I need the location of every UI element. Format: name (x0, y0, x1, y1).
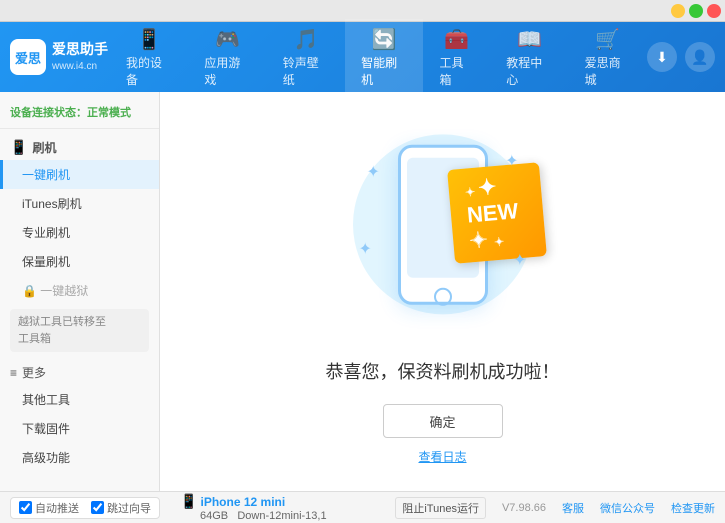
view-logs-link[interactable]: 查看日志 (418, 448, 466, 465)
header-actions: ⬇ 👤 (647, 42, 715, 72)
support-link[interactable]: 客服 (562, 500, 584, 516)
device-phone-icon: 📱 (180, 493, 197, 509)
version-label: V7.98.66 (502, 502, 546, 514)
sidebar-disabled-jailbreak: 🔒 一键越狱 (0, 276, 159, 305)
nav-my-device[interactable]: 📱 我的设备 (110, 19, 188, 96)
sparkle-1: ✦ (367, 162, 380, 182)
sidebar-item-advanced[interactable]: 高级功能 (0, 443, 159, 472)
bottom-right-group: 阻止iTunes运行 V7.98.66 客服 微信公众号 检查更新 (395, 497, 715, 519)
wechat-link[interactable]: 微信公众号 (600, 500, 655, 516)
new-badge-text: ✦ NEW ✦ (465, 174, 518, 253)
bottom-bar: 自动推送 跳过向导 📱 iPhone 12 mini 64GB Down-12m… (0, 491, 725, 523)
main-container: 设备连接状态：正常模式 📱 刷机 一键刷机 iTunes刷机 专业刷机 保量刷机… (0, 92, 725, 491)
nav-ringtones-label: 铃声壁纸 (283, 54, 329, 88)
sidebar-item-one-key-flash[interactable]: 一键刷机 (0, 160, 159, 189)
nav-mall-label: 爱思商城 (585, 54, 631, 88)
sidebar-item-protect-flash[interactable]: 保量刷机 (0, 247, 159, 276)
connection-status: 设备连接状态：正常模式 (0, 100, 159, 129)
device-info: 📱 iPhone 12 mini 64GB Down-12mini-13,1 (180, 493, 327, 522)
tutorials-icon: 📖 (517, 27, 542, 52)
sidebar-item-other-tools[interactable]: 其他工具 (0, 385, 159, 414)
auto-push-checkbox[interactable]: 自动推送 (19, 500, 79, 516)
smart-flash-icon: 🔄 (372, 27, 397, 52)
toolbox-icon: 🧰 (444, 27, 469, 52)
sparkle-3: ✦ (359, 239, 372, 259)
flash-section-label: 刷机 (32, 139, 56, 156)
sparkle-4: ✦ (513, 250, 526, 270)
skip-wizard-input[interactable] (91, 501, 104, 514)
logo-name: 爱思助手 (52, 40, 108, 60)
my-device-icon: 📱 (137, 27, 162, 52)
status-label: 设备连接状态： (10, 107, 87, 119)
close-button[interactable] (707, 4, 721, 18)
more-section-header: ≡ 更多 (0, 356, 159, 385)
nav-bar: 📱 我的设备 🎮 应用游戏 🎵 铃声壁纸 🔄 智能刷机 🧰 工具箱 📖 教程中心… (110, 19, 647, 96)
device-model: Down-12mini-13,1 (231, 510, 326, 522)
stop-itunes-button[interactable]: 阻止iTunes运行 (395, 497, 486, 519)
more-section-icon: ≡ (10, 366, 17, 380)
auto-push-label: 自动推送 (35, 500, 79, 516)
update-link[interactable]: 检查更新 (671, 500, 715, 516)
sidebar-notice: 越狱工具已转移至 工具箱 (10, 309, 149, 352)
logo-text: 爱思助手 www.i4.cn (52, 40, 108, 74)
nav-apps-games[interactable]: 🎮 应用游戏 (188, 19, 266, 96)
content-area: ✦ NEW ✦ ✦ ✦ ✦ ✦ 恭喜您，保资料刷机成功啦！ 确定 查看日志 (160, 92, 725, 491)
skip-wizard-checkbox[interactable]: 跳过向导 (91, 500, 151, 516)
logo-url: www.i4.cn (52, 60, 108, 74)
nav-smart-flash-label: 智能刷机 (361, 54, 407, 88)
device-storage: 64GB (200, 510, 228, 522)
nav-ringtones[interactable]: 🎵 铃声壁纸 (267, 19, 345, 96)
flash-section-header: 📱 刷机 (0, 133, 159, 160)
nav-my-device-label: 我的设备 (126, 54, 172, 88)
apps-games-icon: 🎮 (215, 27, 240, 52)
flash-section-icon: 📱 (10, 139, 27, 156)
new-badge: ✦ NEW ✦ (447, 163, 547, 265)
status-value: 正常模式 (87, 107, 131, 119)
logo-area: 爱思 爱思助手 www.i4.cn (10, 39, 110, 75)
mall-icon: 🛒 (595, 27, 620, 52)
minimize-button[interactable] (671, 4, 685, 18)
sidebar-item-download-firmware[interactable]: 下载固件 (0, 414, 159, 443)
sparkle-2: ✦ (505, 151, 518, 171)
more-section-label: 更多 (22, 364, 46, 381)
nav-smart-flash[interactable]: 🔄 智能刷机 (345, 19, 423, 96)
phone-home-btn (434, 288, 452, 306)
sidebar-item-pro-flash[interactable]: 专业刷机 (0, 218, 159, 247)
success-message: 恭喜您，保资料刷机成功啦！ (326, 358, 560, 384)
nav-tutorials[interactable]: 📖 教程中心 (490, 19, 568, 96)
confirm-button[interactable]: 确定 (383, 404, 503, 438)
sidebar: 设备连接状态：正常模式 📱 刷机 一键刷机 iTunes刷机 专业刷机 保量刷机… (0, 92, 160, 491)
maximize-button[interactable] (689, 4, 703, 18)
user-button[interactable]: 👤 (685, 42, 715, 72)
ringtones-icon: 🎵 (293, 27, 318, 52)
skip-wizard-label: 跳过向导 (107, 500, 151, 516)
nav-toolbox-label: 工具箱 (439, 54, 474, 88)
logo-icon: 爱思 (10, 39, 46, 75)
device-name: iPhone 12 mini (201, 495, 286, 509)
auto-push-input[interactable] (19, 501, 32, 514)
nav-tutorials-label: 教程中心 (506, 54, 552, 88)
logo-icon-text: 爱思 (15, 48, 41, 67)
nav-toolbox[interactable]: 🧰 工具箱 (423, 19, 490, 96)
nav-mall[interactable]: 🛒 爱思商城 (569, 19, 647, 96)
header: 爱思 爱思助手 www.i4.cn 📱 我的设备 🎮 应用游戏 🎵 铃声壁纸 🔄… (0, 22, 725, 92)
bottom-right: V7.98.66 客服 微信公众号 检查更新 (502, 500, 715, 516)
download-button[interactable]: ⬇ (647, 42, 677, 72)
success-illustration: ✦ NEW ✦ ✦ ✦ ✦ ✦ (343, 118, 543, 338)
nav-apps-games-label: 应用游戏 (204, 54, 250, 88)
sidebar-item-itunes-flash[interactable]: iTunes刷机 (0, 189, 159, 218)
bottom-left: 自动推送 跳过向导 📱 iPhone 12 mini 64GB Down-12m… (10, 493, 327, 522)
